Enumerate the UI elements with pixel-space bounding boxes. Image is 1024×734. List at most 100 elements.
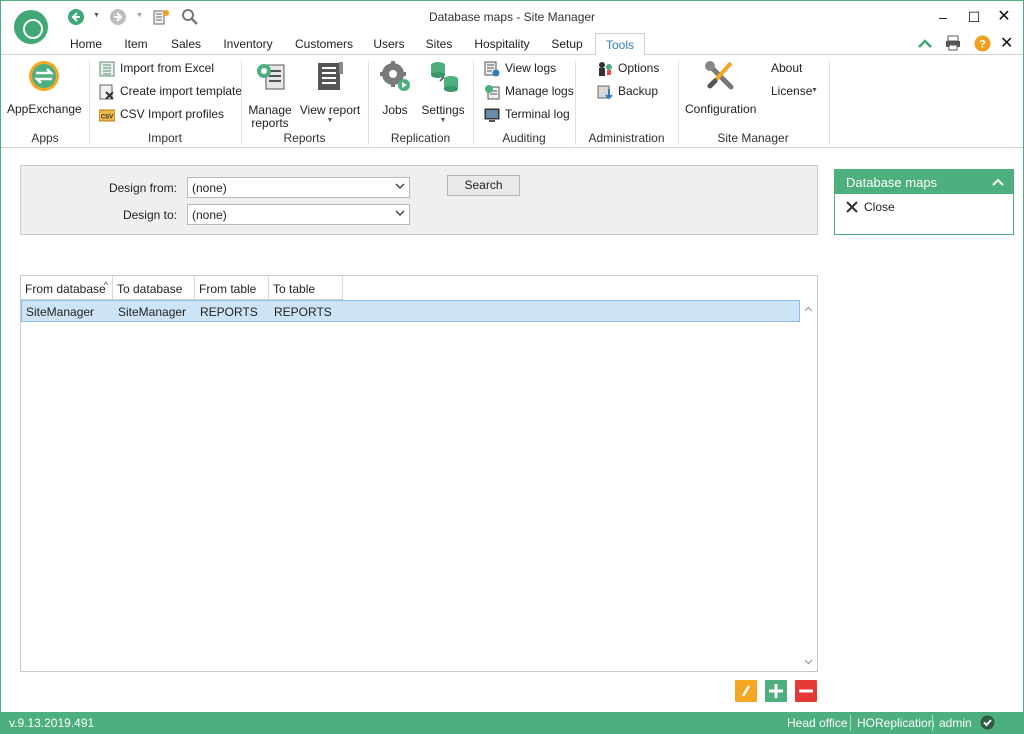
column-header-label: From database xyxy=(25,282,106,296)
filter-panel: Design from: (none) Design to: (none) Se… xyxy=(20,165,818,235)
check-status-icon[interactable] xyxy=(980,715,995,730)
title-bar: ▼ ▼ Database maps - Site Manager – ☐ ✕ xyxy=(1,1,1023,44)
terminal-log-label: Terminal log xyxy=(505,107,570,121)
create-import-template-button[interactable]: Create import template xyxy=(99,82,243,102)
close-label: Close xyxy=(864,200,895,214)
license-button[interactable]: License ▼ xyxy=(771,82,827,102)
tab-inventory[interactable]: Inventory xyxy=(217,37,279,55)
tab-users[interactable]: Users xyxy=(368,37,410,55)
tab-setup[interactable]: Setup xyxy=(546,37,588,55)
license-label: License xyxy=(771,84,813,98)
create-import-template-label: Create import template xyxy=(120,84,243,98)
design-to-select[interactable]: (none) xyxy=(187,204,410,225)
tab-customers[interactable]: Customers xyxy=(291,37,357,55)
view-report-label: View report xyxy=(299,103,361,117)
chevron-down-icon xyxy=(395,210,405,217)
column-header-from-database[interactable]: From database ^ xyxy=(21,276,113,300)
tab-sales[interactable]: Sales xyxy=(167,37,205,55)
group-label-administration: Administration xyxy=(588,131,665,145)
csv-icon: CSV xyxy=(99,109,115,122)
design-from-value: (none) xyxy=(192,181,227,195)
chevron-up-icon[interactable] xyxy=(991,177,1005,187)
options-label: Options xyxy=(618,61,660,75)
options-icon xyxy=(599,62,612,76)
view-report-button[interactable]: View report ▼ xyxy=(299,59,361,125)
configuration-button[interactable]: Configuration xyxy=(685,59,757,116)
tab-home[interactable]: Home xyxy=(65,37,107,55)
chevron-down-icon xyxy=(395,183,405,190)
main-window: ▼ ▼ Database maps - Site Manager – ☐ ✕ H… xyxy=(0,0,1024,734)
side-panel: Database maps Close xyxy=(834,169,1014,235)
manage-logs-label: Manage logs xyxy=(505,84,574,98)
help-icon[interactable]: ? xyxy=(974,35,991,52)
design-to-label: Design to: xyxy=(122,208,177,222)
tab-hospitality[interactable]: Hospitality xyxy=(470,37,534,55)
license-dropdown-icon: ▼ xyxy=(811,87,818,94)
tab-tools[interactable]: Tools xyxy=(595,33,645,56)
location-text[interactable]: Head office xyxy=(787,716,848,730)
backup-button[interactable]: Backup xyxy=(597,82,667,102)
about-button[interactable]: About xyxy=(771,59,821,79)
settings-dropdown-icon: ▼ xyxy=(439,117,447,124)
view-logs-button[interactable]: View logs xyxy=(484,59,568,79)
view-logs-icon xyxy=(484,61,500,77)
svg-text:CSV: CSV xyxy=(101,115,113,121)
database-settings-icon xyxy=(431,62,458,92)
collapse-ribbon-icon[interactable] xyxy=(917,37,933,51)
manage-logs-button[interactable]: Manage logs xyxy=(484,82,574,102)
printer-icon[interactable] xyxy=(945,35,961,51)
table-row[interactable]: SiteManager SiteManager REPORTS REPORTS xyxy=(21,300,800,322)
vertical-scrollbar[interactable] xyxy=(800,300,817,671)
replication-text[interactable]: HOReplication xyxy=(857,716,934,730)
appexchange-icon xyxy=(29,61,59,91)
view-report-dropdown-icon: ▼ xyxy=(326,117,334,124)
status-separator xyxy=(850,715,851,731)
maximize-button[interactable]: ☐ xyxy=(962,7,986,27)
jobs-label: Jobs xyxy=(382,103,408,117)
group-label-reports: Reports xyxy=(283,131,326,145)
settings-button[interactable]: Settings ▼ xyxy=(419,59,467,125)
close-window-button[interactable]: ✕ xyxy=(992,7,1016,27)
configuration-label: Configuration xyxy=(685,102,757,116)
import-from-excel-label: Import from Excel xyxy=(120,61,215,75)
terminal-icon xyxy=(484,108,500,122)
cell-from-database: SiteManager xyxy=(26,305,95,319)
column-header-to-table[interactable]: To table xyxy=(269,276,343,300)
design-from-select[interactable]: (none) xyxy=(187,177,410,198)
manage-logs-icon xyxy=(485,85,500,100)
scroll-down-icon[interactable] xyxy=(804,657,813,666)
delete-button[interactable] xyxy=(795,680,817,702)
svg-text:?: ? xyxy=(979,39,986,51)
status-separator xyxy=(932,715,933,731)
add-button[interactable] xyxy=(765,680,787,702)
manage-reports-button[interactable]: Manage reports xyxy=(247,59,293,130)
minimize-button[interactable]: – xyxy=(931,7,955,27)
settings-label: Settings xyxy=(421,103,465,117)
status-bar: v.9.13.2019.491 Head office HOReplicatio… xyxy=(1,712,1023,734)
column-header-from-table[interactable]: From table xyxy=(195,276,269,300)
options-button[interactable]: Options xyxy=(597,59,667,79)
import-from-excel-button[interactable]: Import from Excel xyxy=(99,59,239,79)
cell-to-table: REPORTS xyxy=(274,305,332,319)
close-link[interactable]: Close xyxy=(846,200,895,214)
jobs-button[interactable]: Jobs xyxy=(375,59,415,117)
terminal-log-button[interactable]: Terminal log xyxy=(484,105,570,125)
view-report-icon xyxy=(318,62,343,90)
search-button[interactable]: Search xyxy=(447,175,520,196)
tab-sites[interactable]: Sites xyxy=(420,37,458,55)
tab-item[interactable]: Item xyxy=(118,37,154,55)
column-header-to-database[interactable]: To database xyxy=(113,276,195,300)
close-tab-icon[interactable]: ✕ xyxy=(1000,33,1013,53)
side-panel-header[interactable]: Database maps xyxy=(835,170,1013,194)
ribbon: AppExchange Apps Import from Excel Creat… xyxy=(1,55,1023,148)
scroll-up-icon[interactable] xyxy=(804,305,813,314)
group-label-auditing: Auditing xyxy=(502,131,546,145)
cell-from-table: REPORTS xyxy=(200,305,258,319)
user-text[interactable]: admin xyxy=(939,716,972,730)
about-label: About xyxy=(771,61,803,75)
edit-button[interactable] xyxy=(735,680,757,702)
view-logs-label: View logs xyxy=(505,61,557,75)
csv-import-profiles-button[interactable]: CSV CSV Import profiles xyxy=(99,105,239,125)
appexchange-button[interactable]: AppExchange xyxy=(7,59,82,116)
jobs-gear-icon xyxy=(380,61,410,91)
